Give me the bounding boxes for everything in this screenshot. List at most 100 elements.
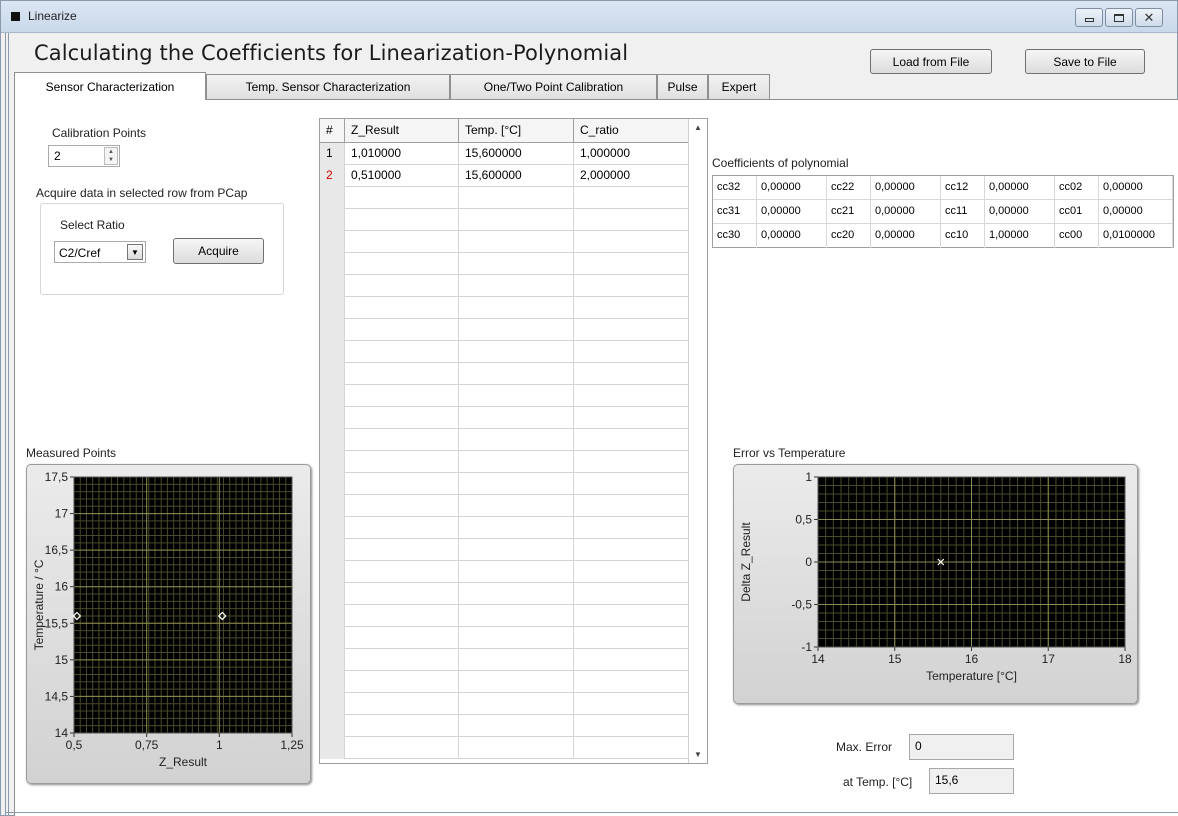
cell-z-result[interactable] bbox=[345, 495, 459, 517]
cell-c-ratio[interactable] bbox=[574, 715, 689, 737]
cell-z-result[interactable] bbox=[345, 671, 459, 693]
table-row[interactable] bbox=[320, 451, 689, 473]
cell-temp[interactable] bbox=[459, 539, 574, 561]
tab-sensor-characterization[interactable]: Sensor Characterization bbox=[14, 72, 206, 100]
table-row[interactable] bbox=[320, 187, 689, 209]
cell-temp[interactable] bbox=[459, 407, 574, 429]
table-row[interactable] bbox=[320, 253, 689, 275]
cell-temp[interactable] bbox=[459, 385, 574, 407]
cell-c-ratio[interactable] bbox=[574, 627, 689, 649]
cell-temp[interactable] bbox=[459, 517, 574, 539]
table-row[interactable] bbox=[320, 583, 689, 605]
table-row[interactable] bbox=[320, 341, 689, 363]
cell-temp[interactable] bbox=[459, 473, 574, 495]
cell-c-ratio[interactable] bbox=[574, 253, 689, 275]
cell-c-ratio[interactable] bbox=[574, 297, 689, 319]
table-row[interactable] bbox=[320, 627, 689, 649]
cell-z-result[interactable] bbox=[345, 319, 459, 341]
table-row[interactable]: 2 0,510000 15,600000 2,000000 bbox=[320, 165, 689, 187]
cell-c-ratio[interactable] bbox=[574, 495, 689, 517]
cell-c-ratio[interactable] bbox=[574, 671, 689, 693]
scroll-down-icon[interactable]: ▼ bbox=[694, 750, 702, 759]
cell-temp[interactable] bbox=[459, 363, 574, 385]
save-to-file-button[interactable]: Save to File bbox=[1025, 49, 1145, 74]
cell-temp[interactable] bbox=[459, 583, 574, 605]
table-row[interactable] bbox=[320, 385, 689, 407]
table-row[interactable] bbox=[320, 297, 689, 319]
cell-c-ratio[interactable] bbox=[574, 583, 689, 605]
acquire-button[interactable]: Acquire bbox=[173, 238, 264, 264]
cell-z-result[interactable] bbox=[345, 209, 459, 231]
cell-z-result[interactable] bbox=[345, 253, 459, 275]
cell-z-result[interactable] bbox=[345, 187, 459, 209]
coeff-value[interactable]: 0,00000 bbox=[757, 176, 827, 200]
cell-temp[interactable] bbox=[459, 627, 574, 649]
cell-z-result[interactable]: 0,510000 bbox=[345, 165, 459, 187]
cell-z-result[interactable] bbox=[345, 297, 459, 319]
cell-z-result[interactable] bbox=[345, 341, 459, 363]
cell-z-result[interactable] bbox=[345, 649, 459, 671]
table-row[interactable] bbox=[320, 539, 689, 561]
cell-c-ratio[interactable] bbox=[574, 429, 689, 451]
cell-z-result[interactable] bbox=[345, 363, 459, 385]
coeff-value[interactable]: 0,00000 bbox=[871, 176, 941, 200]
cell-c-ratio[interactable] bbox=[574, 473, 689, 495]
cell-z-result[interactable]: 1,010000 bbox=[345, 143, 459, 165]
table-row[interactable] bbox=[320, 407, 689, 429]
cell-c-ratio[interactable] bbox=[574, 737, 689, 759]
cell-z-result[interactable] bbox=[345, 275, 459, 297]
cell-z-result[interactable] bbox=[345, 605, 459, 627]
tab-temp-sensor-characterization[interactable]: Temp. Sensor Characterization bbox=[206, 74, 450, 99]
coeff-value[interactable]: 0,00000 bbox=[1099, 176, 1173, 200]
close-button[interactable]: ✕ bbox=[1135, 8, 1163, 27]
table-row[interactable] bbox=[320, 495, 689, 517]
cell-z-result[interactable] bbox=[345, 583, 459, 605]
cell-temp[interactable] bbox=[459, 649, 574, 671]
cell-temp[interactable] bbox=[459, 297, 574, 319]
cell-c-ratio[interactable] bbox=[574, 363, 689, 385]
table-row[interactable] bbox=[320, 737, 689, 759]
cell-temp[interactable] bbox=[459, 209, 574, 231]
cell-temp[interactable] bbox=[459, 605, 574, 627]
cell-z-result[interactable] bbox=[345, 561, 459, 583]
cell-temp[interactable] bbox=[459, 231, 574, 253]
calibration-points-input[interactable]: 2 ▲ ▼ bbox=[48, 145, 120, 167]
cell-c-ratio[interactable] bbox=[574, 517, 689, 539]
cell-z-result[interactable] bbox=[345, 385, 459, 407]
cell-temp[interactable] bbox=[459, 187, 574, 209]
cell-z-result[interactable] bbox=[345, 429, 459, 451]
cell-c-ratio[interactable] bbox=[574, 275, 689, 297]
table-scrollbar[interactable]: ▲ ▼ bbox=[688, 119, 707, 763]
table-row[interactable] bbox=[320, 517, 689, 539]
cell-c-ratio[interactable] bbox=[574, 341, 689, 363]
coeff-value[interactable]: 0,00000 bbox=[985, 200, 1055, 224]
coeff-value[interactable]: 0,0100000 bbox=[1099, 224, 1173, 248]
coeff-value[interactable]: 0,00000 bbox=[871, 200, 941, 224]
coeff-value[interactable]: 1,00000 bbox=[985, 224, 1055, 248]
cell-c-ratio[interactable] bbox=[574, 209, 689, 231]
cell-temp[interactable] bbox=[459, 671, 574, 693]
coeff-value[interactable]: 0,00000 bbox=[985, 176, 1055, 200]
cell-temp[interactable] bbox=[459, 715, 574, 737]
spin-down-icon[interactable]: ▼ bbox=[105, 156, 117, 164]
cell-c-ratio[interactable] bbox=[574, 319, 689, 341]
table-row[interactable] bbox=[320, 693, 689, 715]
table-row[interactable] bbox=[320, 671, 689, 693]
cell-z-result[interactable] bbox=[345, 473, 459, 495]
table-row[interactable] bbox=[320, 473, 689, 495]
cell-z-result[interactable] bbox=[345, 715, 459, 737]
cell-temp[interactable] bbox=[459, 693, 574, 715]
cell-c-ratio[interactable] bbox=[574, 187, 689, 209]
cell-temp[interactable] bbox=[459, 495, 574, 517]
table-row[interactable]: 1 1,010000 15,600000 1,000000 bbox=[320, 143, 689, 165]
table-row[interactable] bbox=[320, 561, 689, 583]
table-row[interactable] bbox=[320, 715, 689, 737]
cell-temp[interactable] bbox=[459, 319, 574, 341]
cell-z-result[interactable] bbox=[345, 693, 459, 715]
cell-temp[interactable] bbox=[459, 341, 574, 363]
load-from-file-button[interactable]: Load from File bbox=[870, 49, 992, 74]
cell-c-ratio[interactable] bbox=[574, 451, 689, 473]
cell-temp[interactable] bbox=[459, 737, 574, 759]
cell-c-ratio[interactable]: 2,000000 bbox=[574, 165, 689, 187]
cell-c-ratio[interactable]: 1,000000 bbox=[574, 143, 689, 165]
